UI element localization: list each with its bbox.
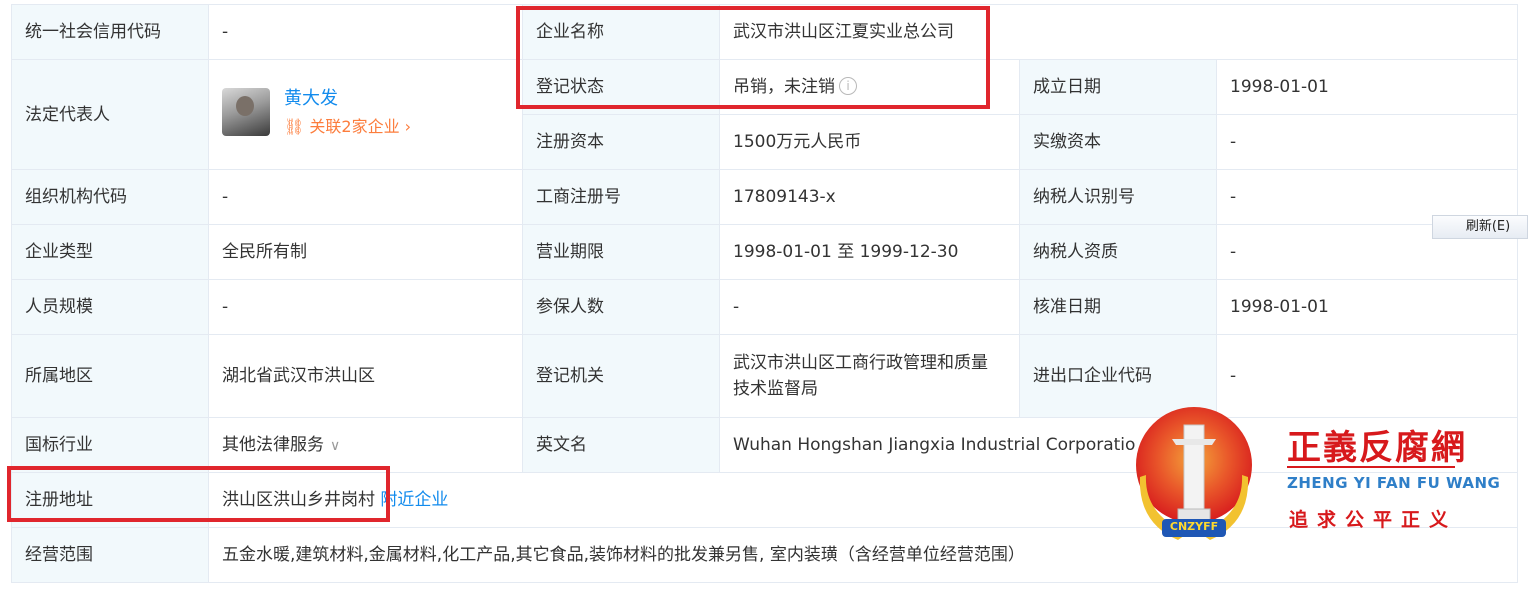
label-approve-date: 核准日期 [1019,279,1217,335]
watermark-title: 正義反腐網 [1287,428,1467,468]
highlight-box-name-status [516,6,990,109]
label-reg-capital: 注册资本 [522,114,720,170]
legal-rep-name-link[interactable]: 黄大发 [284,86,338,112]
value-reg-capital: 1500万元人民币 [719,114,1020,170]
label-legal-rep: 法定代表人 [11,59,209,170]
label-org-code: 组织机构代码 [11,169,209,225]
label-reg-authority: 登记机关 [522,334,720,418]
label-paid-capital: 实缴资本 [1019,114,1217,170]
badge-text: CNZYFF [1169,520,1219,533]
label-company-type: 企业类型 [11,224,209,280]
label-biz-scope: 经营范围 [11,527,209,583]
value-paid-capital: - [1215,114,1519,170]
label-taxpayer-qual: 纳税人资质 [1019,224,1217,280]
label-industry: 国标行业 [11,417,209,473]
value-reg-authority: 武汉市洪山区工商行政管理和质量 技术监督局 [719,334,1020,418]
related-companies-label: 关联2家企业 [309,116,400,136]
value-credit-code: - [208,4,523,60]
refresh-button[interactable]: 刷新(E) [1432,215,1528,239]
related-network-icon: ⛓ [284,116,310,136]
value-industry[interactable]: 其他法律服务 ∨ [208,417,523,473]
label-credit-code: 统一社会信用代码 [11,4,209,60]
label-english-name: 英文名 [522,417,720,473]
label-biz-term: 营业期限 [522,224,720,280]
value-insured-count: - [719,279,1020,335]
value-import-export-code: - [1215,334,1519,418]
chevron-right-icon: › [399,116,412,136]
value-staff-size: - [208,279,523,335]
label-insured-count: 参保人数 [522,279,720,335]
label-region: 所属地区 [11,334,209,418]
industry-text: 其他法律服务 [222,434,324,455]
value-company-type: 全民所有制 [208,224,523,280]
label-found-date: 成立日期 [1019,59,1217,115]
value-region: 湖北省武汉市洪山区 [208,334,523,418]
value-org-code: - [208,169,523,225]
value-biz-reg-no: 17809143-x [719,169,1020,225]
watermark-pinyin: ZHENG YI FAN FU WANG [1287,474,1501,492]
legal-rep-related-link[interactable]: ⛓ 关联2家企业 › [284,114,411,140]
chevron-down-icon[interactable]: ∨ [330,438,340,454]
value-legal-rep: 黄大发 ⛓ 关联2家企业 › [208,59,523,170]
reg-authority-line1: 武汉市洪山区工商行政管理和质量 [733,353,988,373]
nearby-companies-link[interactable]: 附近企业 [380,490,448,510]
watermark-logo: CNZYFF [1128,405,1260,545]
label-taxpayer-id: 纳税人识别号 [1019,169,1217,225]
legal-rep-avatar[interactable] [222,87,270,136]
value-approve-date: 1998-01-01 [1215,279,1519,335]
reg-authority-line2: 技术监督局 [733,379,818,399]
watermark-divider [1287,466,1455,468]
value-biz-scope: 五金水暖,建筑材料,金属材料,化工产品,其它食品,装饰材料的批发兼另售, 室内装… [207,527,1519,583]
value-biz-term: 1998-01-01 至 1999-12-30 [719,224,1020,280]
label-biz-reg-no: 工商注册号 [522,169,720,225]
label-staff-size: 人员规模 [11,279,209,335]
value-found-date: 1998-01-01 [1215,59,1519,115]
watermark-slogan: 追求公平正义 [1289,509,1458,531]
highlight-box-address [7,466,390,522]
